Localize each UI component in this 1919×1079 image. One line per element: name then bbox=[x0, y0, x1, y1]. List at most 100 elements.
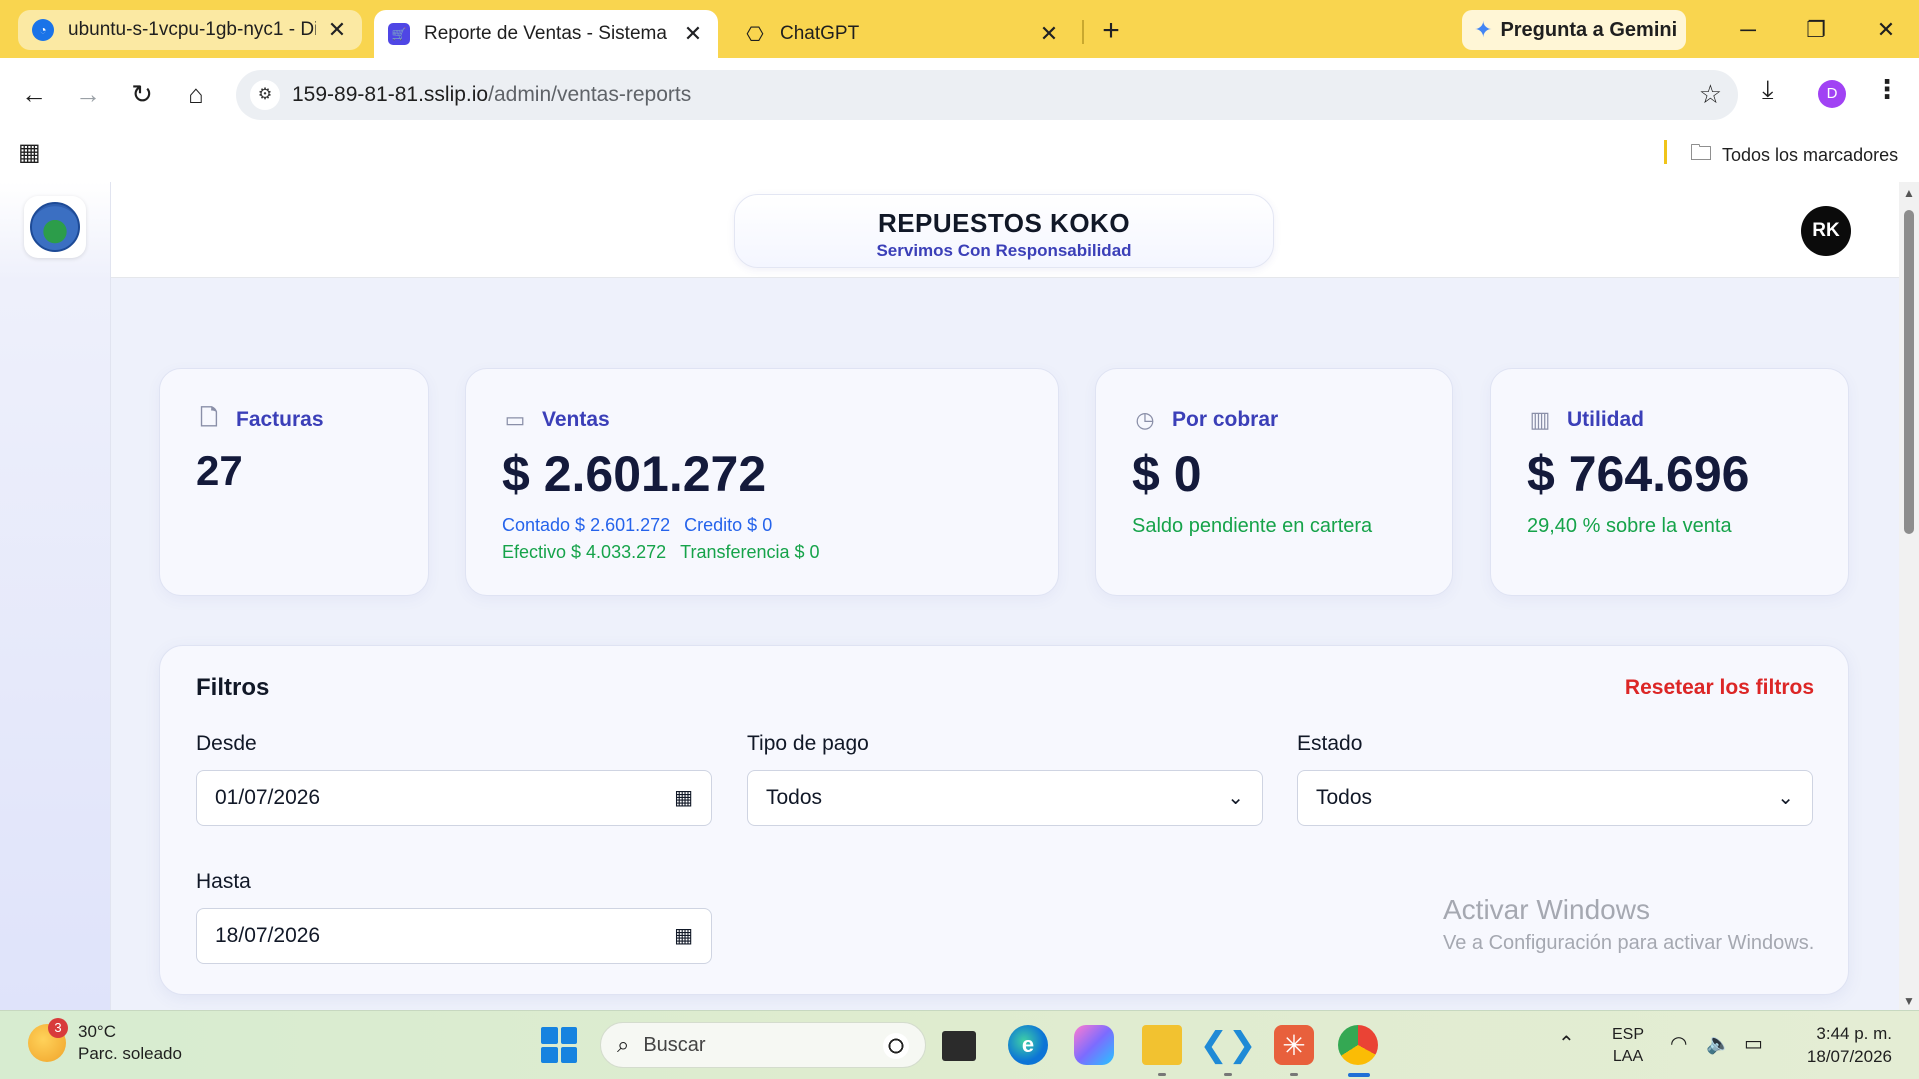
vscode-icon[interactable]: ❮❯ bbox=[1200, 1025, 1257, 1065]
scroll-up-icon[interactable]: ▲ bbox=[1903, 186, 1915, 200]
estado-select[interactable]: Todos ⌄ bbox=[1297, 770, 1813, 826]
claude-icon[interactable]: ✳ bbox=[1274, 1025, 1314, 1065]
minimize-button[interactable]: ─ bbox=[1728, 10, 1768, 50]
tipo-pago-value: Todos bbox=[766, 786, 823, 809]
new-tab-button[interactable]: + bbox=[1096, 14, 1126, 48]
desde-label: Desde bbox=[196, 732, 257, 755]
soccer-ball-icon bbox=[883, 1033, 909, 1059]
hasta-date-input[interactable]: 18/07/2026 ▦ bbox=[196, 908, 712, 964]
download-icon[interactable]: ⤓ bbox=[1762, 74, 1774, 106]
filters-title: Filtros bbox=[196, 674, 270, 701]
weather-widget[interactable]: 3 30°C Parc. soleado bbox=[28, 1018, 182, 1065]
search-placeholder: Buscar bbox=[643, 1033, 706, 1056]
tab-title: ChatGPT bbox=[780, 23, 860, 44]
card-label: Por cobrar bbox=[1172, 408, 1279, 431]
tab-title: Reporte de Ventas - Sistema PO bbox=[424, 23, 672, 44]
card-label: Ventas bbox=[542, 408, 610, 431]
scrollbar-thumb[interactable] bbox=[1904, 210, 1914, 534]
task-view-icon[interactable] bbox=[942, 1031, 976, 1061]
scroll-down-icon[interactable]: ▼ bbox=[1903, 994, 1915, 1008]
browser-tab-strip: ◔ ubuntu-s-1vcpu-1gb-nyc1 - Dig ✕ 🛒 Repo… bbox=[0, 0, 1919, 58]
file-explorer-icon[interactable] bbox=[1142, 1025, 1182, 1065]
brand-badge: REPUESTOS KOKO Servimos Con Responsabili… bbox=[734, 194, 1274, 268]
taskbar-search[interactable]: ⌕ Buscar bbox=[600, 1022, 926, 1068]
restore-button[interactable]: ❐ bbox=[1796, 10, 1836, 50]
windows-taskbar: 3 30°C Parc. soleado ⌕ Buscar e ❮❯ ✳ ⌃ E… bbox=[0, 1010, 1919, 1079]
back-arrow-icon[interactable]: ← bbox=[16, 76, 52, 112]
bookmark-star-icon[interactable]: ☆ bbox=[1699, 79, 1722, 110]
ventas-breakdown-1: Contado $ 2.601.272 Credito $ 0 bbox=[502, 515, 786, 536]
card-header: ◷ Por cobrar bbox=[1132, 407, 1278, 433]
utilidad-note: 29,40 % sobre la venta bbox=[1527, 515, 1732, 537]
all-bookmarks-button[interactable]: 🗀 Todos los marcadores bbox=[1690, 136, 1898, 174]
stat-card-por-cobrar: ◷ Por cobrar $ 0 Saldo pendiente en cart… bbox=[1095, 368, 1453, 596]
page-scrollbar[interactable]: ▲ ▼ bbox=[1899, 182, 1919, 1010]
battery-icon[interactable]: ▭ bbox=[1744, 1031, 1763, 1056]
url-path: /admin/ventas-reports bbox=[488, 83, 692, 106]
calendar-icon[interactable]: ▦ bbox=[674, 909, 693, 963]
tab-reporte-ventas[interactable]: 🛒 Reporte de Ventas - Sistema PO ✕ bbox=[374, 10, 718, 58]
home-icon[interactable]: ⌂ bbox=[178, 76, 214, 112]
stat-card-utilidad: ▥ Utilidad $ 764.696 29,40 % sobre la ve… bbox=[1490, 368, 1849, 596]
site-settings-icon[interactable]: ⚙ bbox=[250, 80, 280, 110]
wifi-icon[interactable]: ◠ bbox=[1670, 1031, 1687, 1056]
profile-avatar[interactable]: D bbox=[1818, 80, 1846, 108]
bar-chart-icon: ▥ bbox=[1529, 407, 1551, 432]
bookmarks-label: Todos los marcadores bbox=[1722, 144, 1899, 165]
user-avatar[interactable]: RK bbox=[1801, 206, 1851, 256]
windows-activation-watermark: Activar Windows Ve a Configuración para … bbox=[1443, 894, 1814, 955]
apps-grid-icon[interactable]: ▦ bbox=[18, 138, 41, 167]
company-logo[interactable] bbox=[24, 196, 86, 258]
brand-slogan: Servimos Con Responsabilidad bbox=[876, 241, 1132, 260]
taskbar-clock[interactable]: 3:44 p. m. 18/07/2026 bbox=[1796, 1022, 1892, 1068]
search-icon: ⌕ bbox=[617, 1032, 630, 1057]
lang-line1: ESP bbox=[1612, 1026, 1645, 1043]
clock-time: 3:44 p. m. bbox=[1816, 1024, 1892, 1043]
close-tab-icon[interactable]: ✕ bbox=[1038, 21, 1060, 47]
logo-emblem bbox=[30, 202, 80, 252]
address-url[interactable]: 159-89-81-81.sslip.io/admin/ventas-repor… bbox=[292, 83, 691, 107]
card-label: Utilidad bbox=[1567, 408, 1644, 431]
cart-icon: 🛒 bbox=[388, 23, 410, 45]
tipo-pago-label: Tipo de pago bbox=[747, 732, 869, 755]
estado-value: Todos bbox=[1316, 786, 1373, 809]
credito-value: Credito $ 0 bbox=[684, 515, 773, 535]
desde-date-input[interactable]: 01/07/2026 ▦ bbox=[196, 770, 712, 826]
stat-card-ventas: ▭ Ventas $ 2.601.272 Contado $ 2.601.272… bbox=[465, 368, 1059, 596]
address-bar[interactable]: ⚙ 159-89-81-81.sslip.io/admin/ventas-rep… bbox=[236, 70, 1738, 120]
close-tab-icon[interactable]: ✕ bbox=[326, 17, 348, 43]
digitalocean-icon: ◔ bbox=[32, 19, 54, 41]
weather-desc: Parc. soleado bbox=[78, 1044, 182, 1063]
cash-icon: ▭ bbox=[504, 407, 526, 432]
calendar-icon[interactable]: ▦ bbox=[674, 771, 693, 825]
copilot-icon[interactable] bbox=[1074, 1025, 1114, 1065]
lang-line2: LAA bbox=[1612, 1048, 1644, 1065]
facturas-value: 27 bbox=[196, 447, 243, 494]
tray-overflow-chevron-icon[interactable]: ⌃ bbox=[1558, 1031, 1575, 1056]
ventas-breakdown-2: Efectivo $ 4.033.272 Transferencia $ 0 bbox=[502, 542, 834, 563]
chevron-down-icon: ⌄ bbox=[1227, 787, 1244, 809]
reload-icon[interactable]: ↻ bbox=[124, 76, 160, 112]
volume-icon[interactable]: 🔈 bbox=[1706, 1031, 1731, 1056]
chrome-icon[interactable] bbox=[1338, 1025, 1378, 1065]
edge-icon[interactable]: e bbox=[1008, 1025, 1048, 1065]
tab-digitalocean[interactable]: ◔ ubuntu-s-1vcpu-1gb-nyc1 - Dig ✕ bbox=[18, 10, 362, 50]
tab-chatgpt[interactable]: ⎔ ChatGPT ✕ bbox=[730, 10, 1074, 58]
page-viewport: REPUESTOS KOKO Servimos Con Responsabili… bbox=[0, 182, 1899, 1010]
hasta-value: 18/07/2026 bbox=[215, 924, 321, 947]
explorer-running-indicator bbox=[1158, 1073, 1166, 1076]
gemini-button[interactable]: ✦ Pregunta a Gemini bbox=[1462, 10, 1686, 50]
close-tab-icon[interactable]: ✕ bbox=[682, 21, 704, 47]
weather-badge: 3 bbox=[48, 1018, 68, 1038]
stat-card-facturas: 🗋 Facturas 27 bbox=[159, 368, 429, 596]
tipo-pago-select[interactable]: Todos ⌄ bbox=[747, 770, 1263, 826]
utilidad-value: $ 764.696 bbox=[1527, 446, 1750, 502]
reset-filters-button[interactable]: Resetear los filtros bbox=[1625, 676, 1814, 700]
browser-menu-icon[interactable]: ⋮ bbox=[1874, 74, 1900, 105]
close-window-button[interactable]: ✕ bbox=[1866, 10, 1906, 50]
hasta-label: Hasta bbox=[196, 870, 251, 893]
card-header: ▥ Utilidad bbox=[1527, 407, 1644, 433]
language-indicator[interactable]: ESP LAA bbox=[1612, 1024, 1644, 1068]
forward-arrow-icon[interactable]: → bbox=[70, 76, 106, 112]
windows-start-icon[interactable] bbox=[541, 1027, 577, 1063]
